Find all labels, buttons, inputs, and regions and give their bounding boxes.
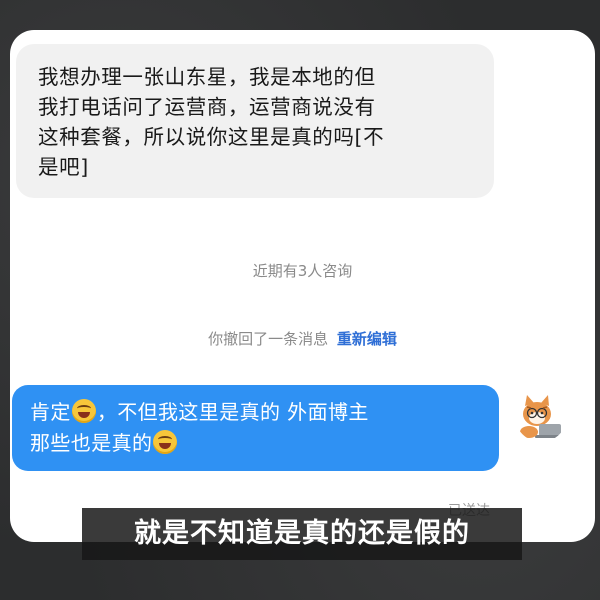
laughing-tears-icon <box>153 430 178 454</box>
chat-screen: 我想办理一张山东星，我是本地的但 我打电话问了运营商，运营商说没有 这种套餐，所… <box>10 30 595 542</box>
outgoing-message-bubble[interactable]: 肯定 ，不但我这里是真的 外面博主 那些也是真的 <box>12 385 499 471</box>
incoming-message-line: 我打电话问了运营商，运营商说没有 <box>38 95 376 119</box>
recall-notice-text: 你撤回了一条消息 <box>208 330 329 348</box>
video-caption: 就是不知道是真的还是假的 <box>82 508 522 560</box>
laughing-tears-icon <box>71 399 96 423</box>
incoming-message-line: 我想办理一张山东星，我是本地的但 <box>38 65 376 89</box>
reedit-link[interactable]: 重新编辑 <box>337 330 397 348</box>
incoming-message-bubble[interactable]: 我想办理一张山东星，我是本地的但 我打电话问了运营商，运营商说没有 这种套餐，所… <box>16 44 494 198</box>
cat-avatar-icon <box>520 395 565 438</box>
outgoing-text: 肯定 <box>30 400 71 424</box>
consult-notice: 近期有3人咨询 <box>252 262 353 280</box>
outgoing-text: ，不但我这里是真的 外面博主 <box>96 400 369 424</box>
incoming-message-line: 是吧] <box>38 155 89 179</box>
recall-notice: 你撤回了一条消息 重新编辑 <box>10 328 595 349</box>
outgoing-text: 那些也是真的 <box>30 431 153 455</box>
avatar[interactable] <box>515 390 567 442</box>
incoming-message-line: 这种套餐，所以说你这里是真的吗[不 <box>38 125 385 149</box>
